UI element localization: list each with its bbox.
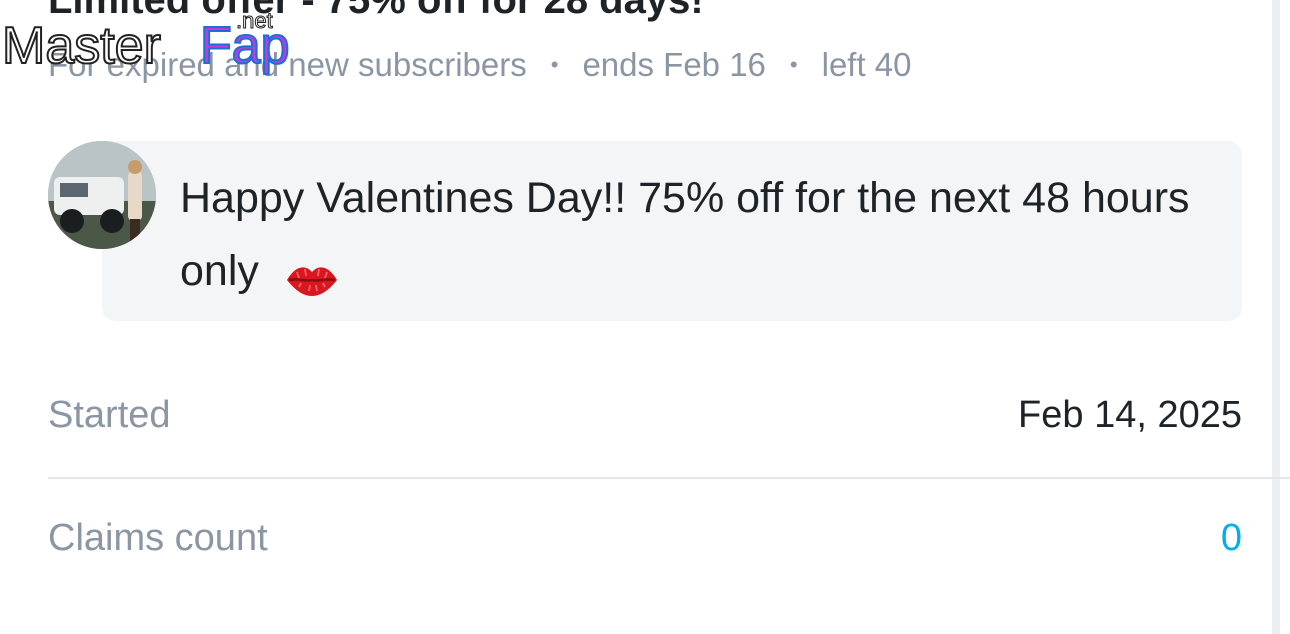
watermark-logo: Master Fap .net [1,8,291,76]
scrollbar[interactable] [1272,0,1280,634]
message-text: Happy Valentines Day!! 75% off for the n… [180,162,1210,308]
offer-ends: ends Feb 16 [582,46,766,83]
watermark-domain: .net [236,8,273,33]
offer-remaining: left 40 [821,46,912,83]
divider [48,477,1290,479]
claims-count-link[interactable]: 0 [1221,517,1242,560]
started-label: Started [48,393,171,436]
avatar[interactable] [48,141,156,249]
started-value: Feb 14, 2025 [1018,393,1242,436]
watermark-part1: Master [2,17,161,75]
meta-separator: • [550,52,559,77]
kiss-mark-icon [285,250,339,296]
started-row: Started Feb 14, 2025 [48,390,1242,440]
avatar-image [48,141,156,249]
claims-row: Claims count 0 [48,513,1242,563]
claims-label: Claims count [48,516,268,559]
meta-separator: • [789,52,798,77]
promotion-detail-page: Limited offer - 75% off for 28 days! For… [0,0,1290,634]
